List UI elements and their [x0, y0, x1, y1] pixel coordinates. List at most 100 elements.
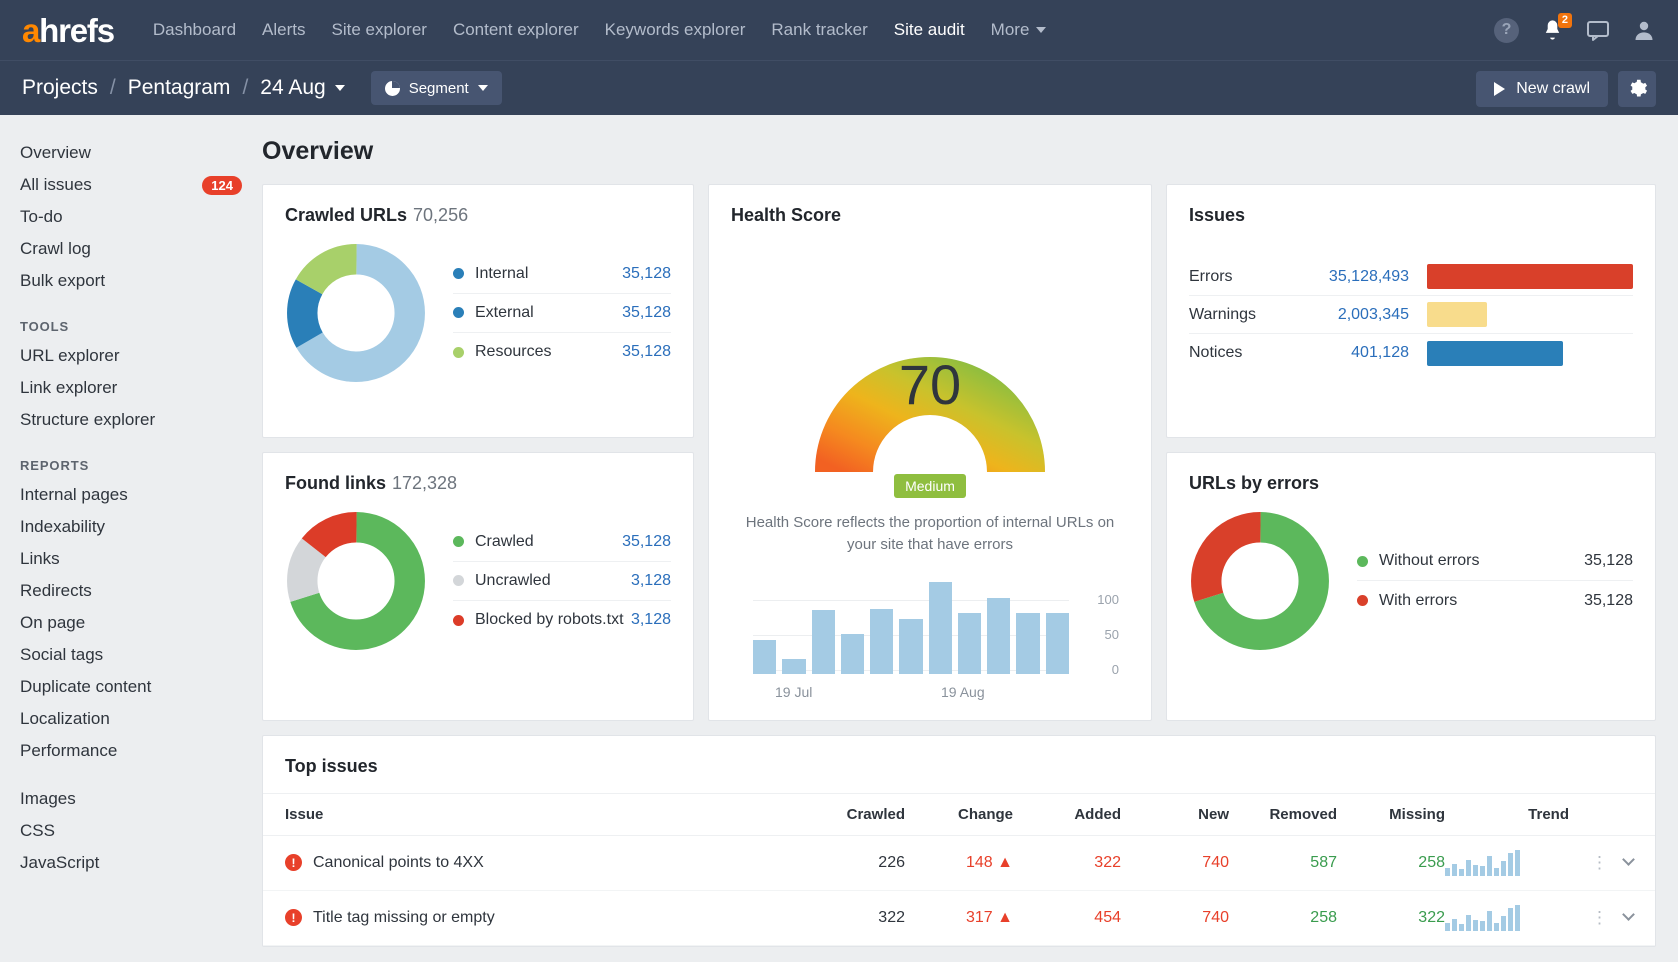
sidebar-item-label: Link explorer: [20, 378, 117, 398]
crawled-urls-title: Crawled URLs70,256: [285, 205, 671, 226]
legend-value: 35,128: [1584, 592, 1633, 610]
issues-list: Errors35,128,493Warnings2,003,345Notices…: [1189, 258, 1633, 372]
cell-new: 740: [1121, 890, 1229, 945]
sidebar-item-url-explorer[interactable]: URL explorer: [0, 340, 262, 372]
legend-value[interactable]: 35,128: [622, 343, 671, 361]
sidebar-item-link-explorer[interactable]: Link explorer: [0, 372, 262, 404]
legend-value[interactable]: 35,128: [622, 533, 671, 551]
issue-bar-fill: [1427, 264, 1633, 289]
messages-button[interactable]: [1586, 19, 1610, 41]
x-tick-start: 19 Jul: [775, 684, 812, 700]
history-bar: [987, 598, 1010, 674]
cell-expand[interactable]: [1609, 835, 1655, 890]
table-header-row: IssueCrawledChangeAddedNewRemovedMissing…: [263, 793, 1655, 835]
legend-value[interactable]: 35,128: [622, 304, 671, 322]
chevron-down-icon[interactable]: [1622, 853, 1635, 866]
legend-row: External35,128: [453, 294, 671, 333]
health-score-title: Health Score: [731, 205, 1129, 226]
cell-actions[interactable]: ⋮: [1575, 835, 1609, 890]
column-header-removed[interactable]: Removed: [1229, 793, 1337, 835]
sparkline-bar: [1452, 864, 1457, 876]
cell-actions[interactable]: ⋮: [1575, 890, 1609, 945]
sidebar-item-on-page[interactable]: On page: [0, 607, 262, 639]
cell-removed: 258: [1229, 890, 1337, 945]
issue-count[interactable]: 401,128: [1297, 344, 1427, 362]
column-header-crawled[interactable]: Crawled: [797, 793, 905, 835]
sidebar-item-performance[interactable]: Performance: [0, 735, 262, 767]
column-header-added[interactable]: Added: [1013, 793, 1121, 835]
nav-item-keywords-explorer[interactable]: Keywords explorer: [592, 0, 759, 60]
sidebar-section-heading-reports: REPORTS: [0, 458, 262, 473]
sidebar-item-links[interactable]: Links: [0, 543, 262, 575]
new-crawl-button[interactable]: New crawl: [1476, 71, 1608, 107]
user-account-button[interactable]: [1632, 18, 1656, 42]
sidebar-item-label: Overview: [20, 143, 91, 163]
sparkline-bar: [1501, 916, 1506, 930]
change-direction-icon: ▲: [997, 854, 1013, 871]
column-header-new[interactable]: New: [1121, 793, 1229, 835]
sidebar-item-css[interactable]: CSS: [0, 815, 262, 847]
sidebar-item-redirects[interactable]: Redirects: [0, 575, 262, 607]
sidebar-item-bulk-export[interactable]: Bulk export: [0, 265, 262, 297]
column-header-missing[interactable]: Missing: [1337, 793, 1445, 835]
table-row[interactable]: !Title tag missing or empty322317 ▲45474…: [263, 890, 1655, 945]
sidebar-item-javascript[interactable]: JavaScript: [0, 847, 262, 879]
breadcrumb-project-name[interactable]: Pentagram: [128, 76, 231, 100]
issue-count[interactable]: 2,003,345: [1297, 306, 1427, 324]
issue-count[interactable]: 35,128,493: [1297, 268, 1427, 286]
user-icon: [1632, 18, 1656, 42]
sidebar-item-indexability[interactable]: Indexability: [0, 511, 262, 543]
kebab-menu-icon[interactable]: ⋮: [1591, 853, 1609, 872]
sidebar-item-social-tags[interactable]: Social tags: [0, 639, 262, 671]
sidebar-item-overview[interactable]: Overview: [0, 137, 262, 169]
sparkline-bar: [1473, 920, 1478, 930]
issue-name[interactable]: Canonical points to 4XX: [313, 854, 484, 872]
sidebar-item-label: Internal pages: [20, 485, 128, 505]
nav-item-site-audit[interactable]: Site audit: [881, 0, 978, 60]
health-score-history-chart: 100 50 0 19 Jul 19 Aug: [731, 570, 1129, 700]
nav-item-content-explorer[interactable]: Content explorer: [440, 0, 592, 60]
nav-item-dashboard[interactable]: Dashboard: [140, 0, 249, 60]
nav-item-alerts[interactable]: Alerts: [249, 0, 318, 60]
sidebar-item-to-do[interactable]: To-do: [0, 201, 262, 233]
sidebar-item-all-issues[interactable]: All issues124: [0, 169, 262, 201]
notifications-button[interactable]: 2: [1541, 18, 1564, 42]
nav-item-rank-tracker[interactable]: Rank tracker: [758, 0, 880, 60]
ahrefs-logo[interactable]: ahrefs: [22, 14, 114, 47]
top-issues-title: Top issues: [263, 736, 1655, 793]
legend-row: Uncrawled3,128: [453, 562, 671, 601]
legend-color-dot: [453, 268, 464, 279]
sidebar-item-internal-pages[interactable]: Internal pages: [0, 479, 262, 511]
breadcrumb-projects[interactable]: Projects: [22, 76, 98, 100]
legend-value[interactable]: 3,128: [631, 572, 671, 590]
crawled-urls-card: Crawled URLs70,256 Internal35,128Externa…: [262, 184, 694, 438]
sidebar-item-localization[interactable]: Localization: [0, 703, 262, 735]
issue-name[interactable]: Title tag missing or empty: [313, 909, 495, 927]
issue-bar-track: [1427, 264, 1633, 289]
legend-value[interactable]: 3,128: [631, 611, 671, 629]
breadcrumb-date-selector[interactable]: 24 Aug: [260, 76, 344, 100]
settings-button[interactable]: [1618, 71, 1656, 107]
sparkline-bar: [1487, 856, 1492, 876]
sidebar-item-structure-explorer[interactable]: Structure explorer: [0, 404, 262, 436]
segment-button[interactable]: Segment: [371, 71, 502, 105]
breadcrumb-separator-2: /: [242, 76, 248, 100]
column-header-change[interactable]: Change: [905, 793, 1013, 835]
column-header-trend[interactable]: Trend: [1445, 793, 1575, 835]
sidebar-item-duplicate-content[interactable]: Duplicate content: [0, 671, 262, 703]
nav-item-more[interactable]: More: [978, 0, 1060, 60]
sidebar-item-label: URL explorer: [20, 346, 120, 366]
chevron-down-icon[interactable]: [1622, 908, 1635, 921]
table-row[interactable]: !Canonical points to 4XX226148 ▲32274058…: [263, 835, 1655, 890]
history-bar: [958, 613, 981, 673]
urls-by-errors-legend: Without errors35,128With errors35,128: [1357, 542, 1633, 620]
nav-item-site-explorer[interactable]: Site explorer: [319, 0, 440, 60]
help-button[interactable]: ?: [1494, 18, 1519, 43]
legend-value[interactable]: 35,128: [622, 265, 671, 283]
sidebar-item-crawl-log[interactable]: Crawl log: [0, 233, 262, 265]
cell-expand[interactable]: [1609, 890, 1655, 945]
sidebar-item-images[interactable]: Images: [0, 783, 262, 815]
kebab-menu-icon[interactable]: ⋮: [1591, 908, 1609, 927]
legend-row: Resources35,128: [453, 333, 671, 372]
column-header-issue[interactable]: Issue: [263, 793, 797, 835]
